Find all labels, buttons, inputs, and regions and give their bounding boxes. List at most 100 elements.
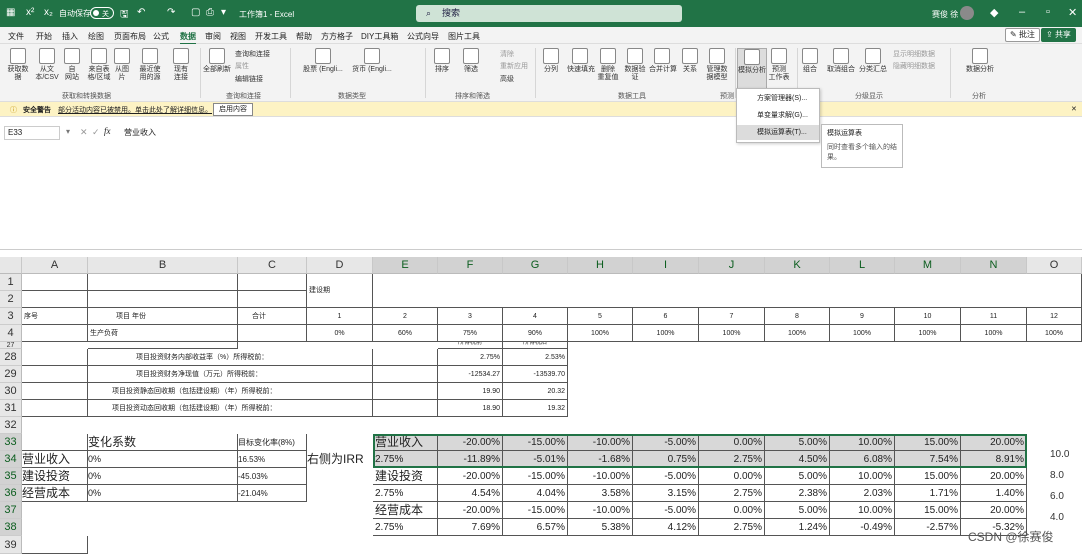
table-cell[interactable]: 6.57%	[503, 519, 568, 536]
table-cell[interactable]: 6.08%	[830, 451, 895, 468]
table-cell[interactable]: -5.00%	[633, 502, 699, 519]
ribbon-small-2[interactable]: 编辑链接	[235, 74, 263, 84]
cell-c35[interactable]: -45.03%	[238, 468, 307, 485]
table-cell[interactable]: 20.00%	[961, 502, 1027, 519]
ribbon-small-0[interactable]: 查询和连接	[235, 49, 270, 59]
cell-e36[interactable]: 2.75%	[373, 485, 438, 502]
redo-icon[interactable]: ↷	[167, 7, 175, 18]
row-header-34[interactable]: 34	[0, 451, 22, 468]
table-cell[interactable]: 2.75%	[699, 451, 765, 468]
cell-year[interactable]: 7	[699, 308, 765, 325]
cell-b3[interactable]: 项目 年份	[88, 308, 238, 325]
cell-year[interactable]: 6	[633, 308, 699, 325]
cell-load[interactable]: 100%	[699, 325, 765, 342]
comment-button[interactable]: ✎ 批注	[1005, 28, 1040, 42]
cell-load[interactable]: 100%	[633, 325, 699, 342]
goal-seek-item[interactable]: 单变量求解(G)...	[737, 108, 819, 123]
cell-c3[interactable]: 合计	[238, 308, 307, 325]
cell-e35[interactable]: 建设投资	[373, 468, 438, 485]
table-cell[interactable]: 15.00%	[895, 468, 961, 485]
ribbon-small-7[interactable]: 隐藏明细数据	[893, 61, 935, 71]
undo-icon[interactable]: ↶	[137, 7, 145, 18]
avatar[interactable]	[960, 6, 974, 20]
table-cell[interactable]: 1.71%	[895, 485, 961, 502]
cell-b36[interactable]: 0%	[88, 485, 238, 502]
table-cell[interactable]: 2.03%	[830, 485, 895, 502]
ribbon-button-9[interactable]: 货币 (Engli...	[349, 48, 395, 74]
table-cell[interactable]: -0.49%	[830, 519, 895, 536]
col-header-L[interactable]: L	[830, 257, 895, 274]
table-cell[interactable]: -1.68%	[568, 451, 633, 468]
cell-b31[interactable]: 项目投资动态回收期（包括建设期）（年）所得税前：	[88, 400, 373, 417]
col-header-M[interactable]: M	[895, 257, 961, 274]
row-header-33[interactable]: 33	[0, 434, 22, 451]
name-box[interactable]: E33	[4, 126, 60, 140]
cell-a30[interactable]	[22, 383, 88, 400]
cell-a3[interactable]: 序号	[22, 308, 88, 325]
table-cell[interactable]: 10.00%	[830, 434, 895, 451]
cell-load[interactable]: 100%	[568, 325, 633, 342]
cell-year[interactable]: 10	[895, 308, 961, 325]
table-cell[interactable]: 5.38%	[568, 519, 633, 536]
ribbon-button-5[interactable]: 最近使 用的源	[137, 48, 163, 82]
ribbon-button-0[interactable]: 获取数 据	[6, 48, 30, 82]
cell-blank[interactable]	[238, 325, 307, 342]
table-cell[interactable]: -10.00%	[568, 468, 633, 485]
cell-f29[interactable]: -12534.27	[438, 366, 503, 383]
table-cell[interactable]: 20.00%	[961, 468, 1027, 485]
table-cell[interactable]: 4.04%	[503, 485, 568, 502]
cell-b34[interactable]: 0%	[88, 451, 238, 468]
col-header-B[interactable]: B	[88, 257, 238, 274]
table-cell[interactable]: -10.00%	[568, 502, 633, 519]
table-cell[interactable]: 0.00%	[699, 434, 765, 451]
cell-a34[interactable]: 营业收入	[22, 451, 88, 468]
cell-load[interactable]: 100%	[895, 325, 961, 342]
table-cell[interactable]: 4.12%	[633, 519, 699, 536]
ribbon-button-1[interactable]: 从文 本/CSV	[34, 48, 60, 82]
table-cell[interactable]: 0.00%	[699, 468, 765, 485]
cell-year[interactable]: 3	[438, 308, 503, 325]
tab-7[interactable]: 审阅	[205, 31, 221, 42]
cell-load[interactable]: 100%	[830, 325, 895, 342]
cell-f27[interactable]: 所得税前	[438, 342, 503, 349]
scenario-manager-item[interactable]: 方案管理器(S)...	[737, 91, 819, 106]
cell-a33[interactable]	[22, 434, 88, 451]
col-header-G[interactable]: G	[503, 257, 568, 274]
ribbon-button-15[interactable]: 数据验 证	[623, 48, 647, 82]
minimize-icon[interactable]: –	[1019, 6, 1025, 18]
table-cell[interactable]: -20.00%	[438, 502, 503, 519]
tab-10[interactable]: 帮助	[296, 31, 312, 42]
cell-g30[interactable]: 20.32	[503, 383, 568, 400]
col-header-F[interactable]: F	[438, 257, 503, 274]
cell-f28[interactable]: 2.75%	[438, 349, 503, 366]
cell-load[interactable]: 100%	[765, 325, 830, 342]
row-header-1[interactable]: 1	[0, 274, 22, 291]
cell-d1[interactable]: 建设期	[307, 274, 373, 308]
row-header-35[interactable]: 35	[0, 468, 22, 485]
cell-blank[interactable]	[22, 291, 88, 308]
ribbon-small-5[interactable]: 高级	[500, 74, 514, 84]
cell-load[interactable]: 60%	[373, 325, 438, 342]
ribbon-button-22[interactable]: 取消组合	[825, 48, 857, 74]
col-header-I[interactable]: I	[633, 257, 699, 274]
security-message[interactable]: 部分活动内容已被禁用。单击此处了解详细信息。	[58, 105, 212, 115]
cell-f31[interactable]: 18.90	[438, 400, 503, 417]
print-preview-icon[interactable]: ⎙	[206, 7, 214, 18]
close-icon[interactable]: ✕	[1068, 6, 1077, 19]
table-cell[interactable]: 1.40%	[961, 485, 1027, 502]
table-cell[interactable]: 2.75%	[699, 485, 765, 502]
row-header-29[interactable]: 29	[0, 366, 22, 383]
table-cell[interactable]: 8.91%	[961, 451, 1027, 468]
table-cell[interactable]: 5.00%	[765, 434, 830, 451]
close-bar-icon[interactable]: ✕	[1071, 105, 1077, 113]
share-button[interactable]: ⇪ 共享	[1041, 28, 1076, 42]
subscript-icon[interactable]: x₂	[44, 7, 53, 18]
table-cell[interactable]: 15.00%	[895, 434, 961, 451]
col-header-H[interactable]: H	[568, 257, 633, 274]
cell-g28[interactable]: 2.53%	[503, 349, 568, 366]
col-header-J[interactable]: J	[699, 257, 765, 274]
cell-e29[interactable]	[373, 366, 438, 383]
cell-blank[interactable]	[88, 274, 238, 291]
cell-g31[interactable]: 19.32	[503, 400, 568, 417]
ribbon-button-4[interactable]: 从图 片	[112, 48, 132, 82]
